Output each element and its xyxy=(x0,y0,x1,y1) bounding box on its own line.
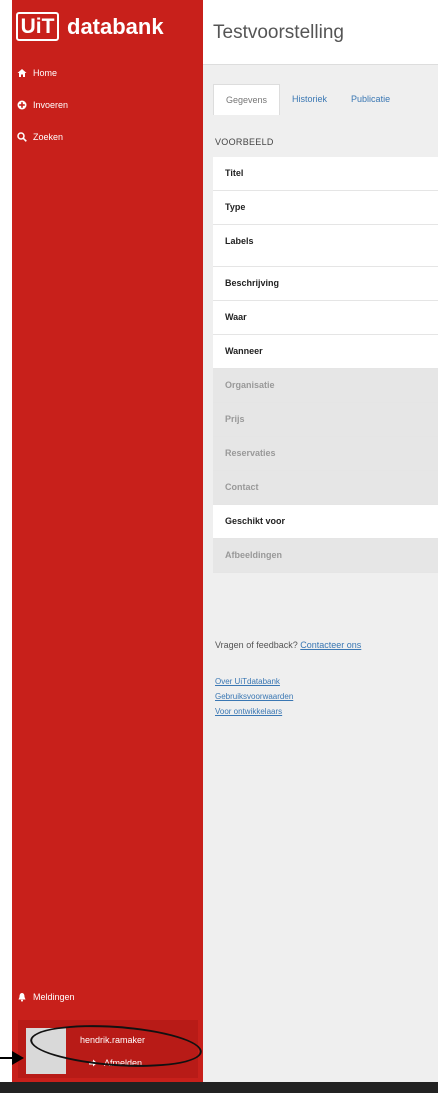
sidebar-item-label: Zoeken xyxy=(33,132,64,142)
home-icon xyxy=(17,69,27,77)
section-heading: VOORBEELD xyxy=(215,137,274,147)
field-beschrijving[interactable]: Beschrijving xyxy=(213,267,438,301)
sidebar-item-zoeken[interactable]: Zoeken xyxy=(17,127,68,147)
field-wanneer[interactable]: Wanneer xyxy=(213,335,438,369)
field-organisatie[interactable]: Organisatie xyxy=(213,369,438,403)
footer-links: Over UiTdatabank Gebruiksvoorwaarden Voo… xyxy=(215,677,293,722)
field-type[interactable]: Type xyxy=(213,191,438,225)
field-afbeeldingen[interactable]: Afbeeldingen xyxy=(213,539,438,573)
tab-historiek[interactable]: Historiek xyxy=(280,84,339,114)
sidebar-footer: Meldingen hendrik.ramaker Afmelden xyxy=(12,982,204,1082)
sidebar-item-label: Home xyxy=(33,68,58,78)
bell-icon xyxy=(18,993,26,1002)
screen-bottom-bar xyxy=(0,1082,438,1093)
page-title: Testvoorstelling xyxy=(213,22,344,43)
field-contact[interactable]: Contact xyxy=(213,471,438,505)
logo[interactable]: UiT databank xyxy=(16,12,164,41)
main-content: Testvoorstelling Gegevens Historiek Publ… xyxy=(203,0,438,1093)
field-titel[interactable]: Titel xyxy=(213,157,438,191)
feedback-question: Vragen of feedback? xyxy=(215,640,298,650)
sidebar-item-invoeren[interactable]: Invoeren xyxy=(17,95,68,115)
logo-text: databank xyxy=(67,13,164,39)
sidebar-nav: Home Invoeren Zoeken xyxy=(17,63,68,159)
preview-fields: Titel Type Labels Beschrijving Waar Wann… xyxy=(213,157,438,573)
sidebar: UiT databank Home Invoeren Zoeken Meldin… xyxy=(12,0,204,1082)
field-prijs[interactable]: Prijs xyxy=(213,403,438,437)
logo-mark: UiT xyxy=(16,12,59,41)
field-labels[interactable]: Labels xyxy=(213,225,438,267)
field-reservaties[interactable]: Reservaties xyxy=(213,437,438,471)
link-gebruiksvoorwaarden[interactable]: Gebruiksvoorwaarden xyxy=(215,692,293,701)
plus-circle-icon xyxy=(17,100,27,110)
search-icon xyxy=(17,132,27,142)
feedback-text: Vragen of feedback? Contacteer ons xyxy=(215,640,361,650)
field-waar[interactable]: Waar xyxy=(213,301,438,335)
link-over-uitdatabank[interactable]: Over UiTdatabank xyxy=(215,677,293,686)
tab-gegevens[interactable]: Gegevens xyxy=(213,84,281,115)
sidebar-item-home[interactable]: Home xyxy=(17,63,68,83)
link-voor-ontwikkelaars[interactable]: Voor ontwikkelaars xyxy=(215,707,293,716)
tab-bar: Gegevens Historiek Publicatie xyxy=(213,84,402,115)
tab-publicatie[interactable]: Publicatie xyxy=(339,84,402,114)
sidebar-item-label: Invoeren xyxy=(33,100,69,110)
notifications-link[interactable]: Meldingen xyxy=(17,992,75,1002)
page-header: Testvoorstelling xyxy=(203,0,438,65)
contact-link[interactable]: Contacteer ons xyxy=(300,640,361,650)
arrow-annotation-icon xyxy=(0,1051,24,1065)
notifications-label: Meldingen xyxy=(33,992,75,1002)
field-geschikt-voor[interactable]: Geschikt voor xyxy=(213,505,438,539)
